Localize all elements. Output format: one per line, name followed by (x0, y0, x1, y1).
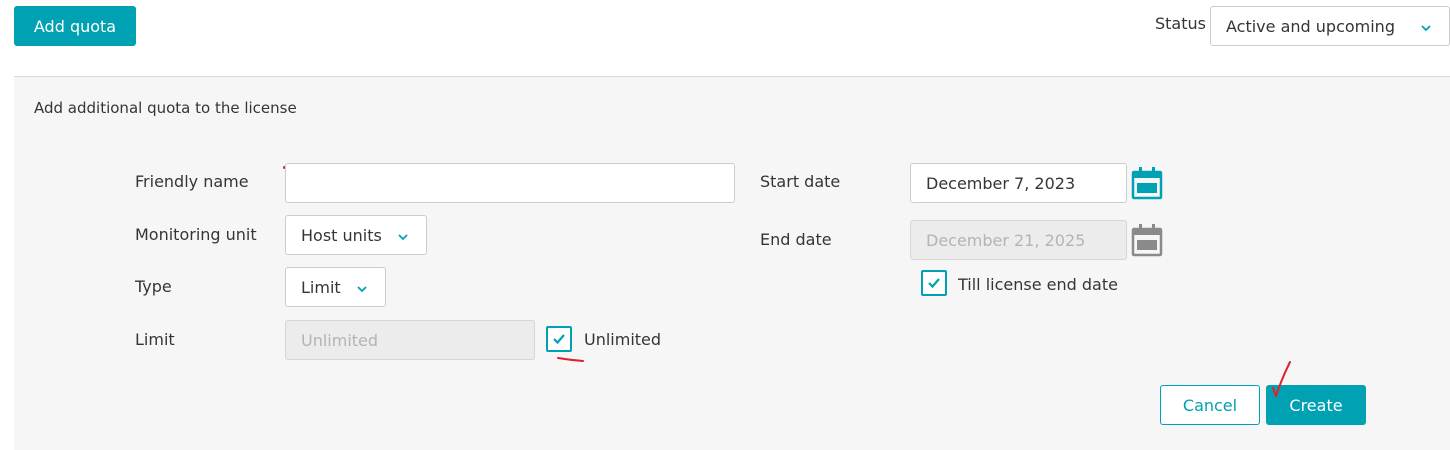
chevron-down-icon (1421, 25, 1431, 32)
type-label: Type (135, 277, 172, 296)
till-license-end-date-checkbox[interactable] (921, 270, 947, 296)
monitoring-unit-label: Monitoring unit (135, 225, 257, 244)
end-date-label: End date (760, 230, 832, 249)
annotation-checkmark (1272, 361, 1291, 397)
friendly-name-label: Friendly name (135, 172, 249, 191)
monitoring-unit-select[interactable]: Host units (285, 215, 427, 255)
calendar-icon[interactable] (1131, 166, 1163, 200)
calendar-icon (1131, 224, 1163, 257)
add-quota-button[interactable]: Add quota (14, 6, 136, 46)
monitoring-unit-value: Host units (301, 225, 382, 245)
start-date-input[interactable]: December 7, 2023 (910, 163, 1127, 203)
start-date-label: Start date (760, 172, 841, 191)
unlimited-checkbox[interactable] (546, 326, 572, 352)
panel-title: Add additional quota to the license (34, 99, 297, 117)
chevron-down-icon (357, 286, 367, 293)
status-select[interactable]: Active and upcoming (1210, 6, 1450, 46)
friendly-name-input[interactable] (285, 163, 735, 203)
type-select[interactable]: Limit (285, 267, 386, 307)
cancel-button[interactable]: Cancel (1160, 385, 1260, 425)
check-icon (553, 334, 565, 345)
type-value: Limit (301, 277, 341, 297)
till-license-end-date-label[interactable]: Till license end date (958, 275, 1118, 294)
chevron-down-icon (398, 234, 408, 241)
check-icon (928, 278, 940, 289)
status-label: Status (1155, 14, 1206, 33)
limit-label: Limit (135, 330, 175, 349)
status-select-value: Active and upcoming (1226, 16, 1395, 36)
end-date-input: December 21, 2025 (910, 220, 1127, 260)
unlimited-checkbox-label[interactable]: Unlimited (584, 330, 661, 349)
annotation-underline (557, 357, 584, 362)
limit-input: Unlimited (285, 320, 535, 360)
